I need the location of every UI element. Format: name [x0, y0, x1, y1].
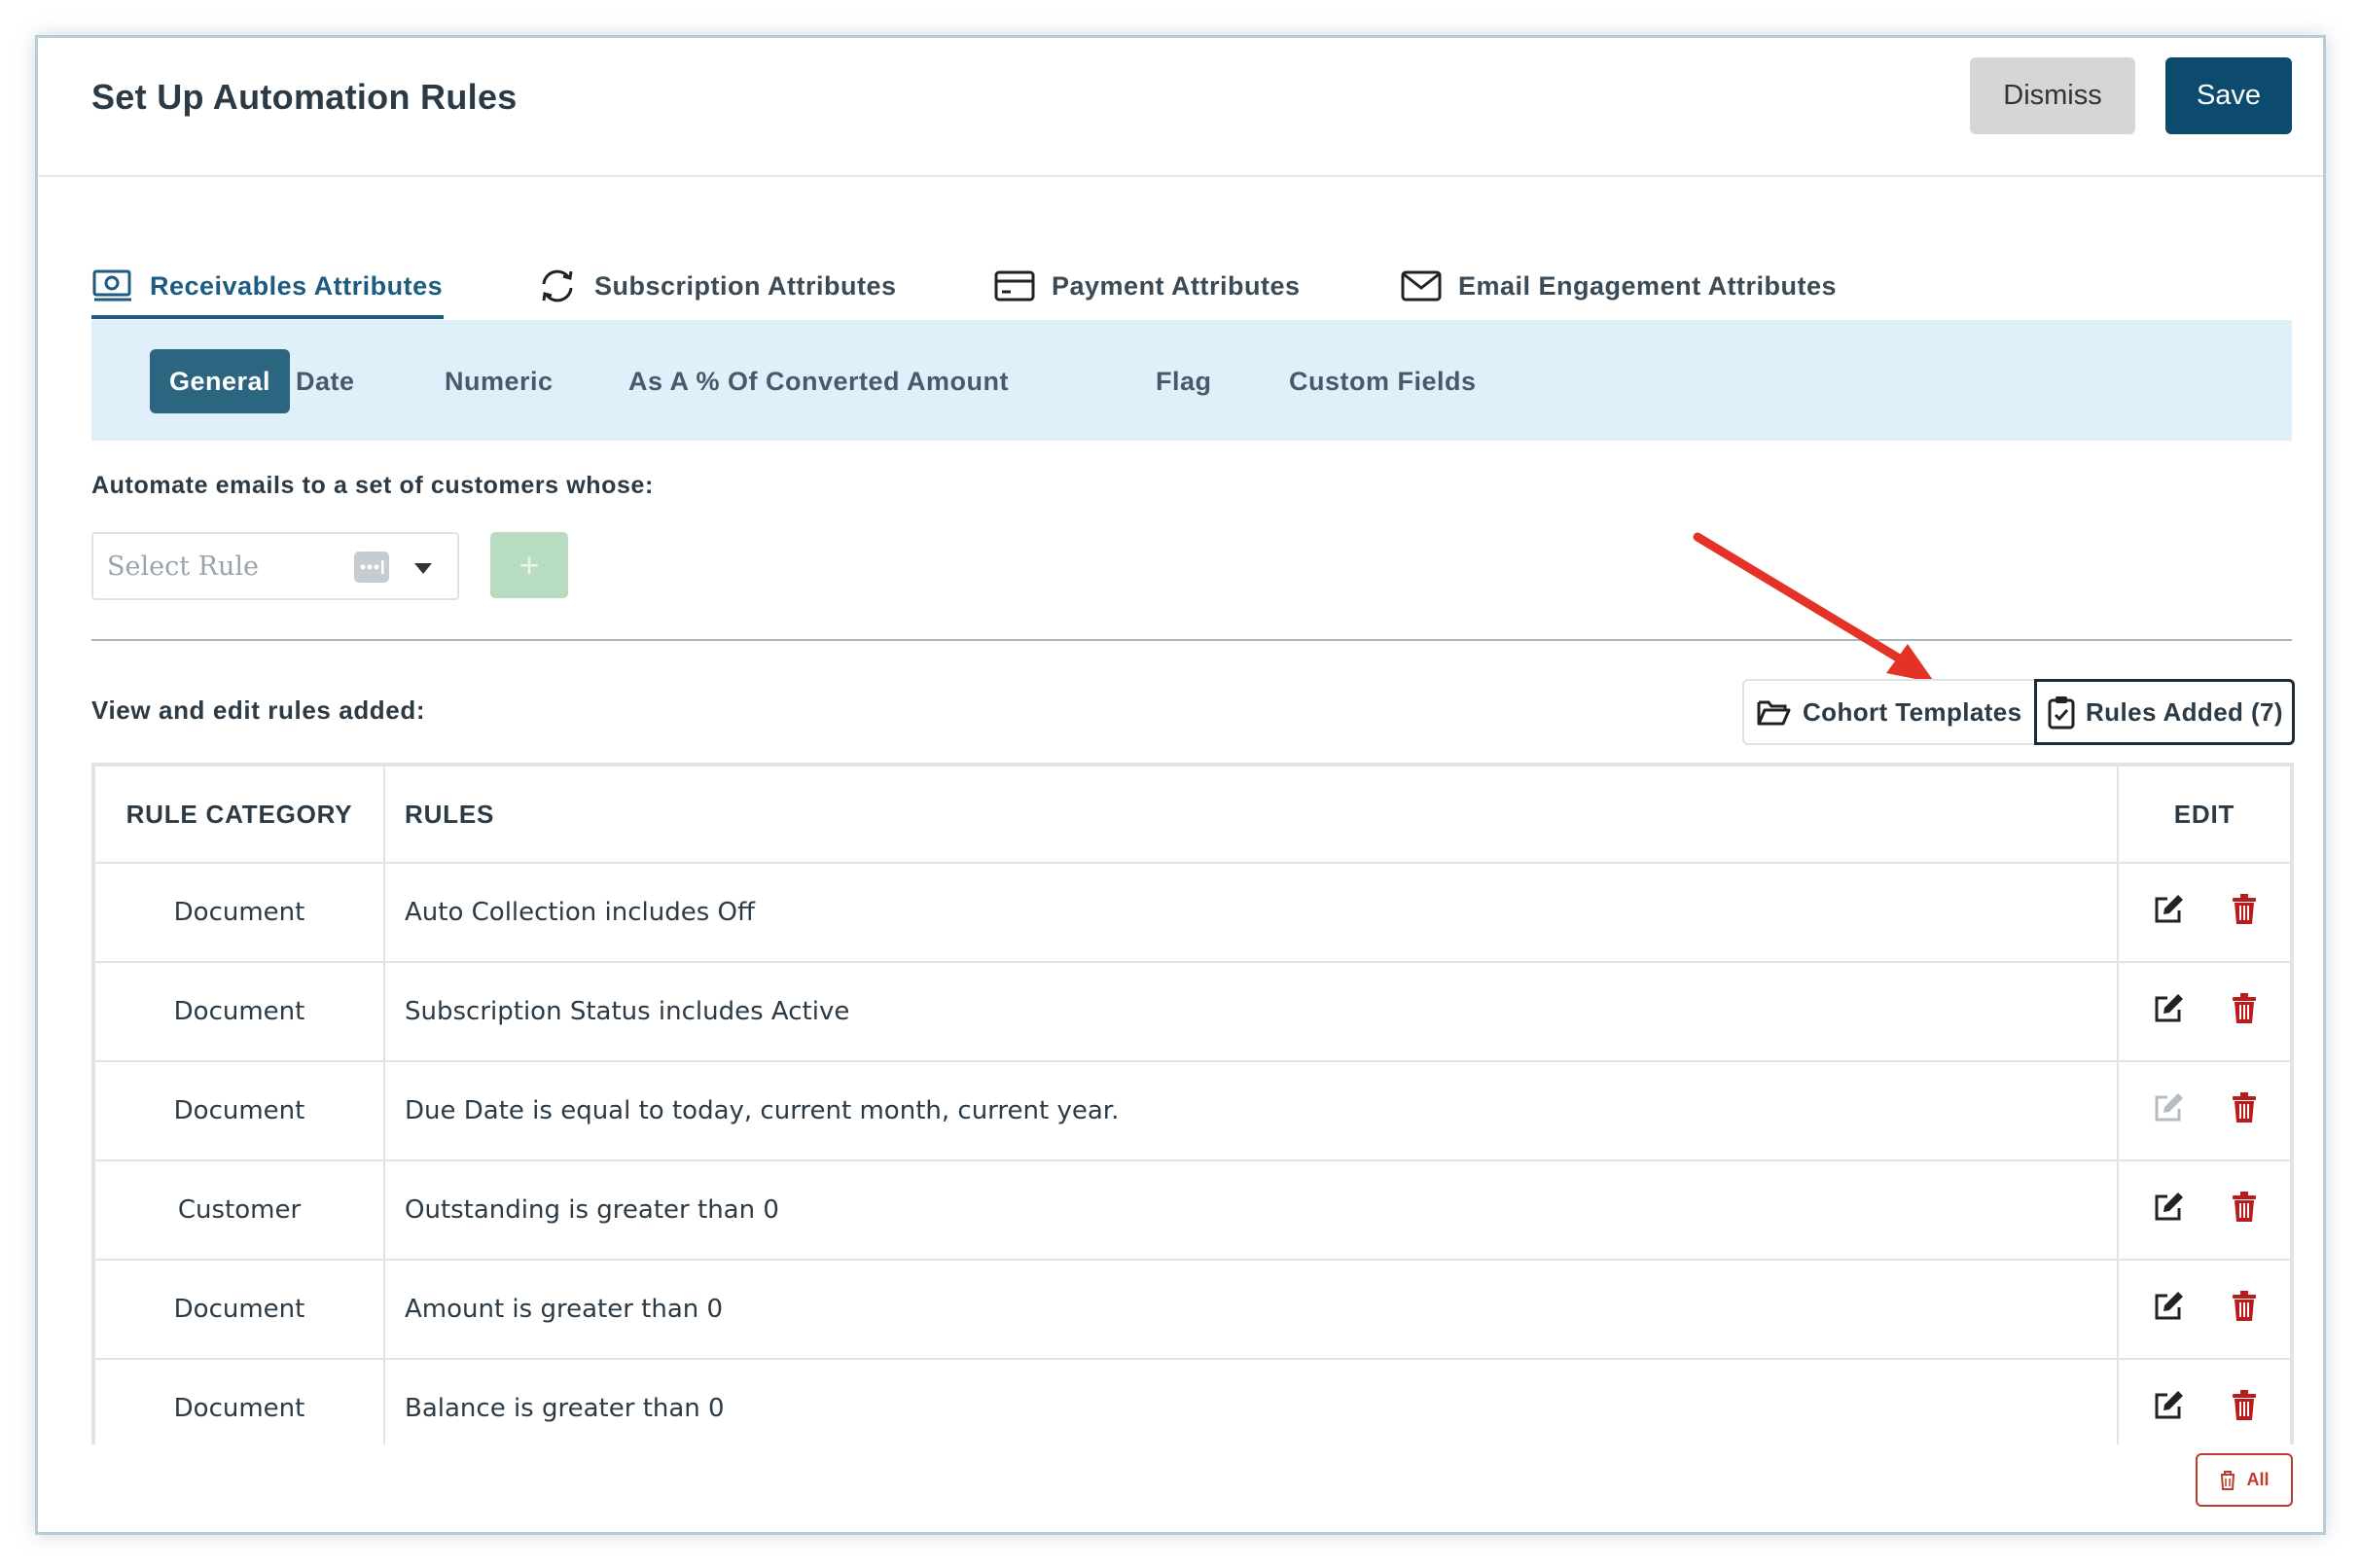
cohort-templates-button[interactable]: Cohort Templates — [1742, 679, 2036, 745]
edit-rule-button[interactable] — [2152, 1389, 2185, 1429]
rule-category-cell: Document — [93, 862, 385, 963]
trash-icon — [2233, 1191, 2256, 1222]
subtab-numeric[interactable]: Numeric — [425, 349, 573, 413]
table-row: Customer Outstanding is greater than 0 — [93, 1159, 2292, 1261]
edit-cell — [2117, 862, 2292, 963]
delete-all-label: All — [2246, 1470, 2270, 1489]
edit-cell — [2117, 1060, 2292, 1161]
refresh-icon — [542, 269, 573, 303]
column-header-rules: RULES — [383, 765, 2119, 864]
active-tab-indicator — [91, 315, 444, 319]
rule-text-cell: Outstanding is greater than 0 — [383, 1159, 2119, 1261]
column-header-edit: EDIT — [2117, 765, 2292, 864]
trash-icon — [2233, 1290, 2256, 1321]
edit-rule-button[interactable] — [2152, 893, 2185, 933]
rules-added-label: Rules Added (7) — [2086, 696, 2283, 727]
credit-card-icon — [994, 270, 1035, 302]
tab-label: Payment Attributes — [1052, 270, 1301, 301]
sub-tab-bar: General Date Numeric As A % Of Converted… — [91, 320, 2292, 441]
rule-category-cell: Customer — [93, 1159, 385, 1261]
edit-cell — [2117, 961, 2292, 1062]
rule-text-cell: Balance is greater than 0 — [383, 1358, 2119, 1444]
tab-email-engagement-attributes[interactable]: Email Engagement Attributes — [1400, 257, 1837, 315]
delete-all-button[interactable]: All — [2196, 1453, 2293, 1507]
table-row: Document Subscription Status includes Ac… — [93, 961, 2292, 1062]
column-header-rule-category: RULE CATEGORY — [93, 765, 385, 864]
table-row: Document Due Date is equal to today, cur… — [93, 1060, 2292, 1161]
edit-cell — [2117, 1358, 2292, 1444]
dismiss-button[interactable]: Dismiss — [1970, 57, 2135, 134]
edit-cell — [2117, 1159, 2292, 1261]
edit-icon — [2155, 1390, 2183, 1418]
envelope-icon — [1401, 270, 1442, 302]
edit-rule-button[interactable] — [2152, 1290, 2185, 1330]
trash-icon — [2233, 1091, 2256, 1123]
delete-rule-button[interactable] — [2232, 893, 2257, 932]
edit-icon — [2155, 894, 2183, 922]
delete-rule-button[interactable] — [2232, 1191, 2257, 1229]
money-icon — [92, 269, 131, 302]
tab-label: Email Engagement Attributes — [1458, 270, 1838, 301]
select-rule-dropdown[interactable]: Select Rule — [91, 532, 459, 600]
tab-subscription-attributes[interactable]: Subscription Attributes — [536, 257, 897, 315]
more-dots-icon — [354, 552, 389, 583]
rule-text-cell: Auto Collection includes Off — [383, 862, 2119, 963]
rule-category-cell: Document — [93, 961, 385, 1062]
subtab-date[interactable]: Date — [276, 349, 375, 413]
delete-rule-button[interactable] — [2232, 1290, 2257, 1329]
rule-category-cell: Document — [93, 1259, 385, 1360]
cohort-templates-label: Cohort Templates — [1803, 696, 2022, 727]
chevron-down-icon — [414, 563, 432, 574]
subtab-general[interactable]: General — [150, 349, 291, 413]
add-rule-button[interactable]: + — [490, 532, 568, 598]
edit-cell — [2117, 1259, 2292, 1360]
annotation-arrow-icon — [1693, 532, 1935, 683]
rule-category-cell: Document — [93, 1358, 385, 1444]
trash-icon — [2233, 893, 2256, 924]
edit-icon — [2155, 1192, 2183, 1220]
rule-text-cell: Amount is greater than 0 — [383, 1259, 2119, 1360]
rule-text-cell: Due Date is equal to today, current mont… — [383, 1060, 2119, 1161]
subtab-custom-fields[interactable]: Custom Fields — [1269, 349, 1496, 413]
clipboard-check-icon — [2048, 696, 2075, 730]
folder-open-icon — [1757, 700, 1791, 726]
tab-payment-attributes[interactable]: Payment Attributes — [993, 257, 1301, 315]
automation-rules-modal: Set Up Automation Rules Dismiss Save Rec… — [35, 35, 2326, 1535]
rules-added-button[interactable]: Rules Added (7) — [2034, 679, 2295, 745]
edit-rule-button[interactable] — [2152, 1191, 2185, 1230]
page-title: Set Up Automation Rules — [91, 77, 518, 117]
trash-icon — [2221, 1470, 2235, 1490]
delete-rule-button[interactable] — [2232, 1091, 2257, 1130]
edit-icon — [2155, 993, 2183, 1021]
table-row: Document Amount is greater than 0 — [93, 1259, 2292, 1360]
save-button[interactable]: Save — [2165, 57, 2292, 134]
rules-section-label: View and edit rules added: — [91, 695, 426, 725]
rule-text-cell: Subscription Status includes Active — [383, 961, 2119, 1062]
table-header-row: RULE CATEGORY RULES EDIT — [93, 765, 2292, 864]
tab-label: Receivables Attributes — [150, 270, 444, 301]
edit-icon — [2155, 1092, 2183, 1121]
delete-rule-button[interactable] — [2232, 992, 2257, 1031]
edit-rule-button[interactable] — [2152, 992, 2185, 1032]
rule-category-cell: Document — [93, 1060, 385, 1161]
select-rule-placeholder: Select Rule — [107, 551, 259, 582]
automate-label: Automate emails to a set of customers wh… — [91, 472, 654, 499]
rules-table: RULE CATEGORY RULES EDIT Document Auto C… — [91, 763, 2294, 1444]
trash-icon — [2233, 1389, 2256, 1420]
edit-rule-button[interactable] — [2152, 1091, 2185, 1131]
subtab-flag[interactable]: Flag — [1136, 349, 1232, 413]
tab-label: Subscription Attributes — [594, 270, 897, 301]
tab-receivables-attributes[interactable]: Receivables Attributes — [91, 257, 443, 315]
subtab-converted-amount[interactable]: As A % Of Converted Amount — [609, 349, 1028, 413]
delete-rule-button[interactable] — [2232, 1389, 2257, 1428]
table-row: Document Balance is greater than 0 — [93, 1358, 2292, 1444]
edit-icon — [2155, 1291, 2183, 1319]
modal-header: Set Up Automation Rules Dismiss Save — [38, 38, 2323, 177]
trash-icon — [2233, 992, 2256, 1023]
table-row: Document Auto Collection includes Off — [93, 862, 2292, 963]
